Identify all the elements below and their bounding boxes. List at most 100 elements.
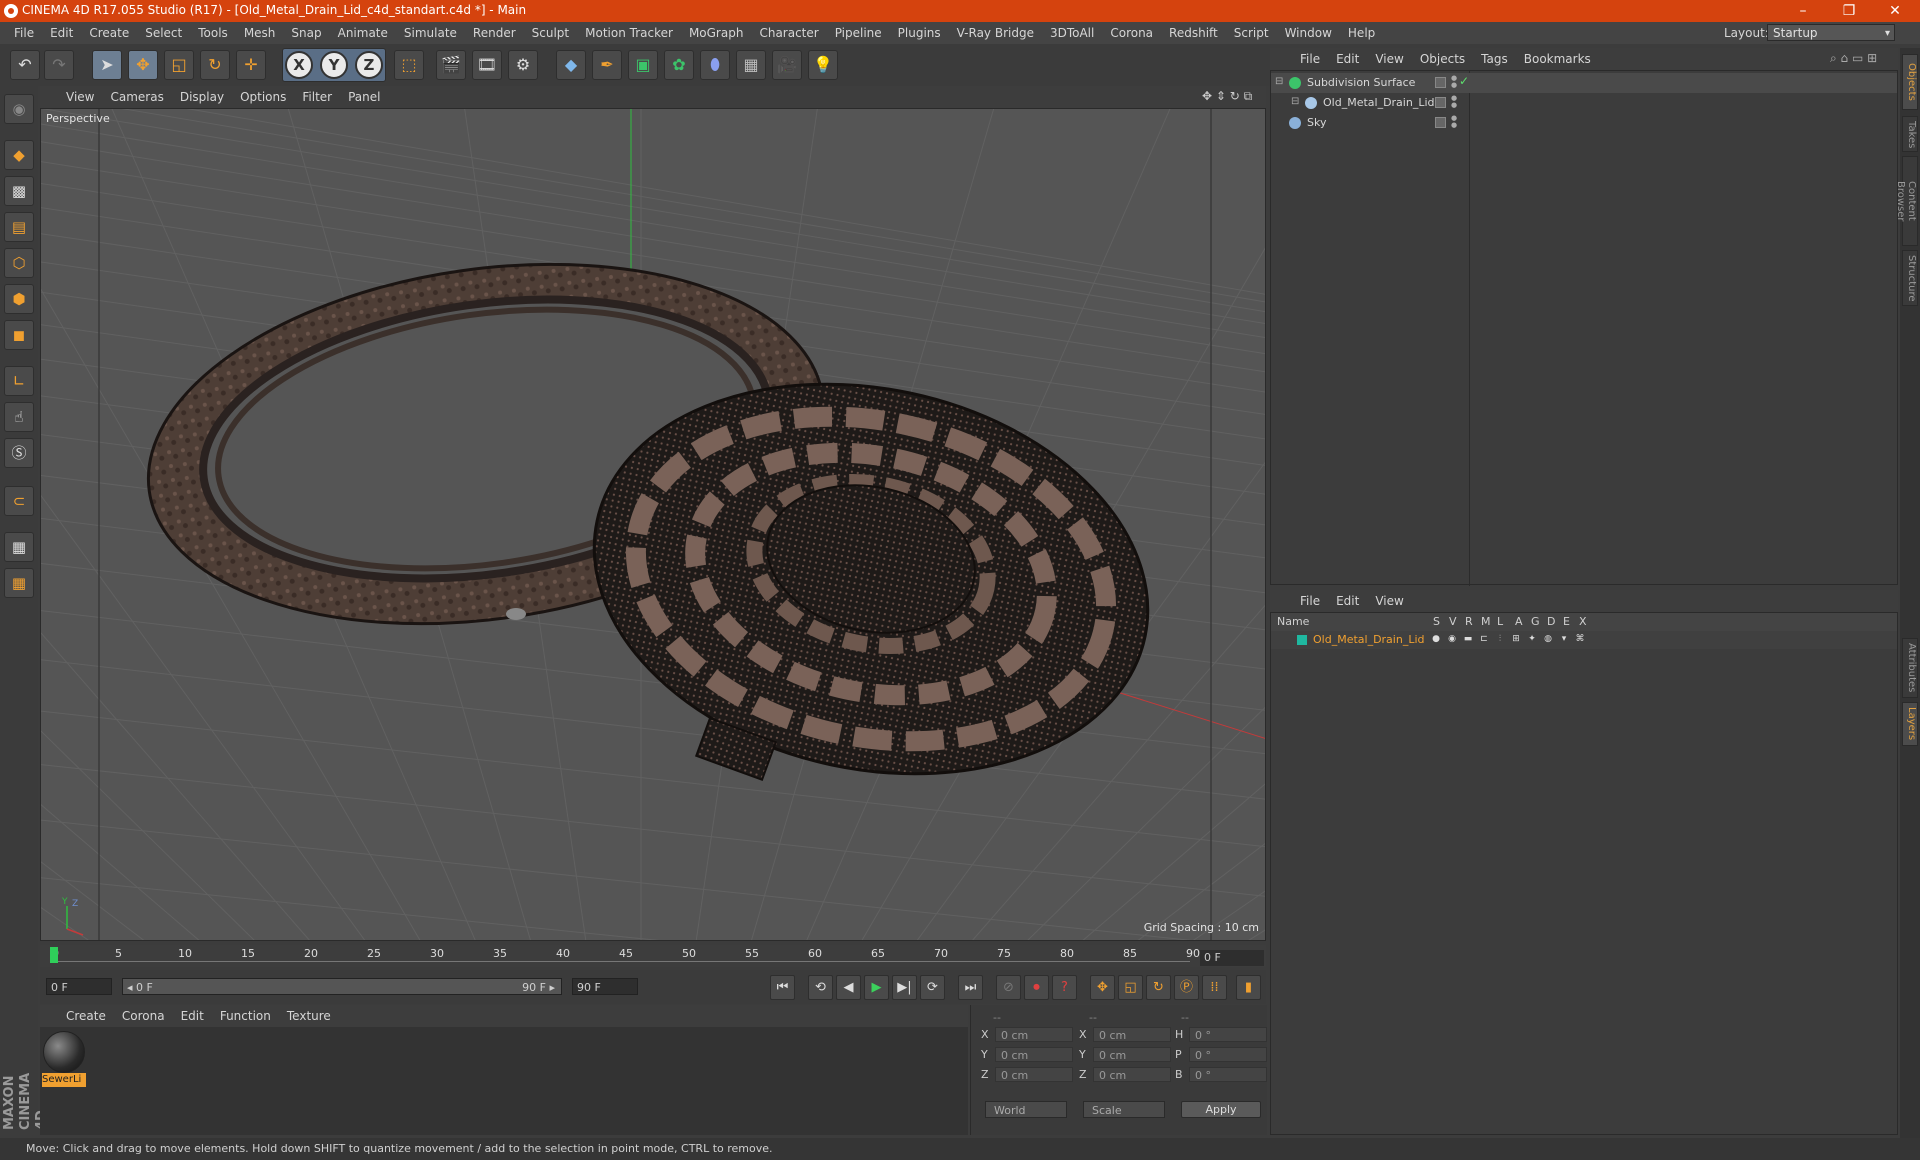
object-manager-search-icon[interactable]: ⌕ ⌂ ▭ ⊞	[1830, 51, 1877, 66]
layer-flag-icon[interactable]: ⊞	[1511, 634, 1521, 645]
coord-value-field[interactable]: 0 cm	[995, 1047, 1073, 1062]
layer-flag-icon[interactable]: ◉	[1447, 634, 1457, 645]
menu-edit[interactable]: Edit	[42, 22, 81, 44]
autokeying-icon[interactable]: ?	[1052, 975, 1077, 1000]
layer-manager-area[interactable]: Name S V R M L A G D E X Old_Metal_Drain_Lid ● ◉ ▬ ⊏ ⫶…	[1270, 612, 1898, 1135]
tab-objects[interactable]: Objects	[1902, 54, 1918, 110]
model-mode-icon[interactable]: ◆	[4, 140, 34, 170]
viewport-menu-options[interactable]: Options	[232, 86, 294, 108]
workplane-mode-icon[interactable]: ▤	[4, 212, 34, 242]
record-keys-disabled-icon[interactable]: ⊘	[996, 975, 1021, 1000]
tree-expand-icon[interactable]: ⊟	[1275, 76, 1283, 87]
layer-column-s[interactable]: S	[1433, 615, 1440, 628]
timeline-ruler[interactable]: 051015202530354045505560657075808590	[40, 945, 1266, 967]
layer-flag-icon[interactable]: ▬	[1463, 634, 1473, 645]
menu-script[interactable]: Script	[1226, 22, 1277, 44]
tweak-mode-icon[interactable]: ☝	[4, 402, 34, 432]
object-row[interactable]: ⊟ Old_Metal_Drain_Lid ● ●	[1271, 93, 1897, 113]
layer-menu-view[interactable]: View	[1367, 590, 1411, 612]
layer-flag-icon[interactable]: ⫶	[1495, 634, 1505, 645]
layout-select[interactable]: Startup	[1767, 24, 1895, 42]
material-preview-swatch[interactable]	[43, 1031, 85, 1073]
workplane-lock-icon[interactable]: ▦	[4, 532, 34, 562]
edges-mode-icon[interactable]: ⬢	[4, 284, 34, 314]
minimize-button[interactable]: –	[1780, 0, 1826, 22]
tree-expand-icon[interactable]: ⊟	[1291, 96, 1299, 107]
material-menu-function[interactable]: Function	[212, 1005, 279, 1027]
layer-color-swatch[interactable]	[1297, 635, 1307, 645]
next-key-icon[interactable]: ⟳	[920, 975, 945, 1000]
menu-character[interactable]: Character	[751, 22, 826, 44]
perspective-viewport[interactable]: Y Z Perspective Grid Spacing : 10 cm	[40, 108, 1266, 941]
layer-menu-file[interactable]: File	[1292, 590, 1328, 612]
layer-flag-icon[interactable]: ▾	[1559, 634, 1569, 645]
previous-key-icon[interactable]: ⟲	[808, 975, 833, 1000]
coord-value-field[interactable]: 0 cm	[995, 1067, 1073, 1082]
material-menu-create[interactable]: Create	[58, 1005, 114, 1027]
frame-range-slider[interactable]: ◂ 0 F 90 F ▸	[122, 978, 562, 995]
z-axis-lock-button[interactable]: Z	[355, 51, 383, 79]
visibility-dots-icon[interactable]: ● ●	[1451, 95, 1457, 109]
menu-render[interactable]: Render	[465, 22, 524, 44]
object-row[interactable]: ⊟ Subdivision Surface ● ● ✓	[1271, 73, 1897, 93]
tab-attributes[interactable]: Attributes	[1902, 638, 1918, 698]
object-name[interactable]: Old_Metal_Drain_Lid	[1323, 96, 1435, 109]
layer-column-name[interactable]: Name	[1277, 615, 1309, 628]
timeline-track[interactable]	[50, 961, 1190, 968]
redo-icon[interactable]: ↷	[44, 50, 74, 80]
layer-column-m[interactable]: M	[1481, 615, 1491, 628]
material-menu-texture[interactable]: Texture	[279, 1005, 339, 1027]
y-axis-lock-button[interactable]: Y	[320, 51, 348, 79]
object-name[interactable]: Sky	[1307, 116, 1326, 129]
floor-scene-icon[interactable]: ▦	[736, 50, 766, 80]
menu-help[interactable]: Help	[1340, 22, 1383, 44]
viewport-menu-view[interactable]: View	[58, 86, 102, 108]
enabled-check-icon[interactable]: ✓	[1459, 74, 1469, 88]
menu-create[interactable]: Create	[81, 22, 137, 44]
texture-mode-icon[interactable]: ▩	[4, 176, 34, 206]
edit-render-settings-icon[interactable]: ⚙	[508, 50, 538, 80]
key-rotation-icon[interactable]: ↻	[1146, 975, 1171, 1000]
layer-visibility-icon[interactable]	[1435, 77, 1446, 88]
close-button[interactable]: ✕	[1872, 0, 1918, 22]
workplane-grid-icon[interactable]: ▦	[4, 568, 34, 598]
points-mode-icon[interactable]: ⬡	[4, 248, 34, 278]
play-forward-icon[interactable]: ▶	[864, 975, 889, 1000]
menu-animate[interactable]: Animate	[330, 22, 396, 44]
coordinate-system-icon[interactable]: ⬚	[394, 50, 424, 80]
layer-flag-icon[interactable]: ◍	[1543, 634, 1553, 645]
layer-row[interactable]: Old_Metal_Drain_Lid ● ◉ ▬ ⊏ ⫶ ⊞ ✦ ◍ ▾ ⌘	[1271, 631, 1897, 649]
timeline-window-icon[interactable]: ▮	[1236, 975, 1261, 1000]
object-menu-bookmarks[interactable]: Bookmarks	[1516, 48, 1599, 70]
menu-v-ray-bridge[interactable]: V-Ray Bridge	[949, 22, 1042, 44]
layer-column-e[interactable]: E	[1563, 615, 1570, 628]
layer-column-r[interactable]: R	[1465, 615, 1473, 628]
layer-flag-icon[interactable]: ●	[1431, 634, 1441, 645]
scale-tool-icon[interactable]: ◱	[164, 50, 194, 80]
key-position-icon[interactable]: ✥	[1090, 975, 1115, 1000]
subdivision-surface-icon[interactable]: ▣	[628, 50, 658, 80]
menu-window[interactable]: Window	[1277, 22, 1340, 44]
viewport-nav-icons[interactable]: ✥ ⇕ ↻ ⧉	[1202, 89, 1252, 104]
rotate-tool-icon[interactable]: ↻	[200, 50, 230, 80]
viewport-menu-panel[interactable]: Panel	[340, 86, 388, 108]
snap-magnet-icon[interactable]: ⊂	[4, 486, 34, 516]
layer-column-l[interactable]: L	[1497, 615, 1503, 628]
transform-tool-icon[interactable]: ✛	[236, 50, 266, 80]
layer-flag-icon[interactable]: ⊏	[1479, 634, 1489, 645]
viewport-menu-display[interactable]: Display	[172, 86, 232, 108]
menu-mograph[interactable]: MoGraph	[681, 22, 752, 44]
select-pointer-icon[interactable]: ➤	[92, 50, 122, 80]
render-picture-viewer-icon[interactable]: 🎞	[472, 50, 502, 80]
menu-sculpt[interactable]: Sculpt	[524, 22, 577, 44]
viewport-menu-cameras[interactable]: Cameras	[102, 86, 171, 108]
camera-icon[interactable]: 🎥	[772, 50, 802, 80]
object-menu-file[interactable]: File	[1292, 48, 1328, 70]
next-frame-icon[interactable]: ▶|	[892, 975, 917, 1000]
coord-value-field[interactable]: 0 °	[1189, 1047, 1267, 1062]
layer-flag-icon[interactable]: ⌘	[1575, 634, 1585, 645]
key-scale-icon[interactable]: ◱	[1118, 975, 1143, 1000]
end-frame-field[interactable]: 90 F	[572, 978, 638, 995]
previous-frame-icon[interactable]: ◀	[836, 975, 861, 1000]
menu-motion-tracker[interactable]: Motion Tracker	[577, 22, 681, 44]
